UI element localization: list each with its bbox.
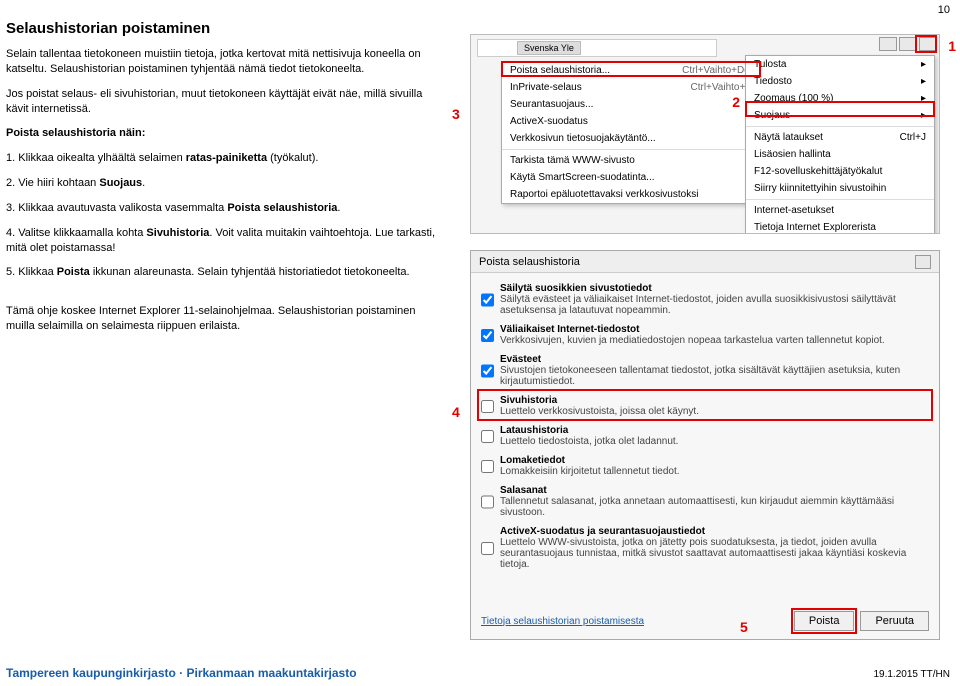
menu-separator — [746, 126, 934, 127]
option-passwords[interactable]: SalasanatTallennetut salasanat, jotka an… — [481, 481, 929, 522]
minimize-icon[interactable] — [879, 37, 897, 51]
tools-menu: Tulosta▸ Tiedosto▸ Zoomaus (100 %)▸ Suoj… — [745, 55, 935, 234]
callout-3: 3 — [452, 106, 460, 122]
step-5: 5. Klikkaa Poista ikkunan alareunasta. S… — [6, 265, 446, 280]
dialog-body: Säilytä suosikkien sivustotiedotSäilytä … — [471, 273, 939, 574]
page: 10 Selaushistorian poistaminen Selain ta… — [0, 0, 960, 686]
option-activex-tracking[interactable]: ActiveX-suodatus ja seurantasuojaustiedo… — [481, 522, 929, 574]
doc-title: Selaushistorian poistaminen — [6, 20, 446, 37]
tools-file[interactable]: Tiedosto▸ — [746, 73, 934, 90]
page-footer: Tampereen kaupunginkirjasto · Pirkanmaan… — [6, 666, 950, 680]
step-4: 4. Valitse klikkaamalla kohta Sivuhistor… — [6, 226, 446, 256]
instruction-text: Selaushistorian poistaminen Selain talle… — [6, 20, 446, 344]
intro-1: Selain tallentaa tietokoneen muistiin ti… — [6, 47, 446, 77]
page-number: 10 — [938, 4, 950, 16]
screenshot-2-delete-dialog: Poista selaushistoria Säilytä suosikkien… — [470, 250, 940, 640]
menu-separator — [502, 149, 760, 150]
option-download-history[interactable]: LataushistoriaLuettelo tiedostoista, jot… — [481, 421, 929, 451]
subheading: Poista selaushistoria näin: — [6, 126, 446, 141]
menu-item-tracking[interactable]: Seurantasuojaus... — [502, 96, 760, 113]
option-form-data[interactable]: LomaketiedotLomakkeisiin kirjoitetut tal… — [481, 451, 929, 481]
checkbox[interactable] — [481, 527, 494, 570]
screenshots: Svenska Yle Poista selaushistoria...Ctrl… — [470, 34, 940, 640]
highlight-menu-row-delete-history — [501, 61, 761, 77]
link-about-delete-history[interactable]: Tietoja selaushistorian poistamisesta — [481, 616, 644, 627]
tools-downloads[interactable]: Näytä latauksetCtrl+J — [746, 129, 934, 146]
callout-5: 5 — [740, 619, 748, 635]
gear-icon-highlight — [915, 35, 937, 53]
menu-item-inprivate[interactable]: InPrivate-selausCtrl+Vaihto+P — [502, 79, 760, 96]
close-icon[interactable] — [915, 255, 931, 269]
tools-about[interactable]: Tietoja Internet Explorerista — [746, 219, 934, 234]
highlight-option-history — [477, 389, 933, 421]
option-temp-files[interactable]: Väliaikaiset Internet-tiedostotVerkkosiv… — [481, 320, 929, 350]
checkbox[interactable] — [481, 355, 494, 387]
menu-item-check-site[interactable]: Tarkista tämä WWW-sivusto — [502, 152, 760, 169]
dialog-buttons: Poista Peruuta — [794, 611, 929, 631]
checkbox[interactable] — [481, 284, 494, 316]
step-3: 3. Klikkaa avautuvasta valikosta vasemma… — [6, 201, 446, 216]
tools-addons[interactable]: Lisäosien hallinta — [746, 146, 934, 163]
step-2: 2. Vie hiiri kohtaan Suojaus. — [6, 176, 446, 191]
option-history[interactable]: SivuhistoriaLuettelo verkkosivustoista, … — [481, 391, 929, 421]
dialog-title: Poista selaushistoria — [479, 256, 580, 268]
callout-2: 2 — [732, 94, 740, 110]
dialog-footer: Tietoja selaushistorian poistamisesta Po… — [481, 611, 929, 631]
footer-date: 19.1.2015 TT/HN — [873, 669, 950, 680]
highlight-menu-row-suojaus — [745, 101, 935, 117]
option-cookies[interactable]: EvästeetSivustojen tietokoneeseen tallen… — [481, 350, 929, 391]
tools-pinned[interactable]: Siirry kiinnitettyihin sivustoihin — [746, 180, 934, 197]
menu-item-privacy-policy[interactable]: Verkkosivun tietosuojakäytäntö... — [502, 130, 760, 147]
safety-submenu: Poista selaushistoria...Ctrl+Vaihto+Del … — [501, 61, 761, 204]
screenshot-1-ie-window: Svenska Yle Poista selaushistoria...Ctrl… — [470, 34, 940, 234]
checkbox[interactable] — [481, 426, 494, 447]
menu-separator — [746, 199, 934, 200]
cancel-button[interactable]: Peruuta — [860, 611, 929, 631]
checkbox[interactable] — [481, 456, 494, 477]
checkbox[interactable] — [481, 486, 494, 518]
callout-4: 4 — [452, 404, 460, 420]
highlight-delete-button — [791, 608, 858, 634]
tools-f12[interactable]: F12-sovelluskehittäjätyökalut — [746, 163, 934, 180]
library-logo-text: Tampereen kaupunginkirjasto · Pirkanmaan… — [6, 666, 357, 680]
option-keep-favorites[interactable]: Säilytä suosikkien sivustotiedotSäilytä … — [481, 279, 929, 320]
callout-1: 1 — [948, 38, 956, 54]
intro-2: Jos poistat selaus- eli sivuhistorian, m… — [6, 87, 446, 117]
menu-item-report[interactable]: Raportoi epäluotettavaksi verkkosivustok… — [502, 186, 760, 203]
menu-item-smartscreen[interactable]: Käytä SmartScreen-suodatinta... — [502, 169, 760, 186]
address-bar[interactable] — [477, 39, 717, 57]
dialog-titlebar: Poista selaushistoria — [471, 251, 939, 273]
browser-tab[interactable]: Svenska Yle — [517, 41, 581, 55]
step-1: 1. Klikkaa oikealta ylhäältä selaimen ra… — [6, 151, 446, 166]
tools-internet-options[interactable]: Internet-asetukset — [746, 202, 934, 219]
menu-item-activex[interactable]: ActiveX-suodatus — [502, 113, 760, 130]
note: Tämä ohje koskee Internet Explorer 11-se… — [6, 304, 446, 334]
tools-print[interactable]: Tulosta▸ — [746, 56, 934, 73]
checkbox[interactable] — [481, 325, 494, 346]
